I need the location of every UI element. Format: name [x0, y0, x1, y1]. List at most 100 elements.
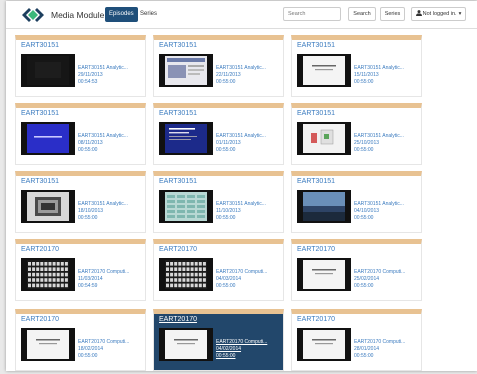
episode-thumbnail[interactable] [297, 54, 351, 87]
episode-card[interactable]: EART30151 EART30151 Analytic... 01/11/2013… [153, 103, 284, 165]
episode-duration: 00:55:00 [216, 79, 236, 85]
navbar: Media Module Episodes Series Search Seri… [6, 1, 477, 29]
episode-thumbnail[interactable] [21, 258, 75, 291]
episode-duration: 00:54:59 [78, 283, 98, 289]
episode-thumbnail[interactable] [21, 54, 75, 87]
episode-date: 01/11/2013 [216, 140, 241, 146]
episode-date: 15/11/2013 [354, 72, 379, 78]
episode-duration: 00:55:00 [354, 147, 374, 153]
episode-title-link[interactable]: EART30151 Analytic... [216, 201, 283, 208]
episode-thumbnail[interactable] [159, 258, 213, 291]
episode-title-link[interactable]: EART20170 Computi... [354, 339, 421, 346]
episode-meta: EART30151 Analytic... 18/10/2013 00:55:00 [78, 201, 145, 222]
series-button[interactable]: Series [380, 7, 405, 21]
series-link[interactable]: EART30151 [159, 42, 197, 49]
episode-duration: 00:55:00 [216, 353, 236, 359]
episode-duration: 00:55:00 [216, 215, 236, 221]
brand-title[interactable]: Media Module [51, 10, 104, 20]
episode-card[interactable]: EART20170 EART20170 Computi... 18/02/2014 0… [15, 309, 146, 371]
episode-thumbnail[interactable] [297, 122, 351, 155]
episode-card[interactable]: EART20170 EART20170 Computi... 04/03/2014 0… [153, 239, 284, 301]
episode-meta: EART30151 Analytic... 15/11/2013 00:55:00 [354, 65, 421, 86]
episode-duration: 00:55:00 [354, 283, 374, 289]
episode-title-link[interactable]: EART30151 Analytic... [354, 133, 421, 140]
thumbnail-image [303, 260, 345, 289]
episode-card[interactable]: EART30151 EART30151 Analytic... 15/11/2013… [291, 35, 422, 97]
episode-thumbnail[interactable] [159, 190, 213, 223]
series-link[interactable]: EART30151 [21, 178, 59, 185]
episode-card[interactable]: EART20170 EART20170 Computi... 25/02/2014 0… [291, 239, 422, 301]
episode-title-link[interactable]: EART20170 Computi... [216, 269, 283, 276]
tab-episodes[interactable]: Episodes [105, 7, 138, 22]
series-link[interactable]: EART30151 [21, 42, 59, 49]
episode-duration: 00:55:00 [78, 215, 98, 221]
episode-card[interactable]: EART30151 EART30151 Analytic... 29/11/2013… [15, 35, 146, 97]
episode-date: 22/11/2013 [216, 72, 241, 78]
logo-icon[interactable] [22, 8, 44, 22]
episode-meta: EART30151 Analytic... 11/10/2013 00:55:00 [216, 201, 283, 222]
episode-duration: 00:55:00 [354, 79, 374, 85]
series-link[interactable]: EART30151 [159, 178, 197, 185]
episode-card[interactable]: EART30151 EART30151 Analytic... 25/10/2013… [291, 103, 422, 165]
episode-thumbnail[interactable] [21, 190, 75, 223]
series-link[interactable]: EART20170 [21, 246, 59, 253]
series-link[interactable]: EART20170 [159, 316, 197, 323]
episode-thumbnail[interactable] [297, 328, 351, 361]
episode-thumbnail[interactable] [297, 258, 351, 291]
episode-card[interactable]: EART30151 EART30151 Analytic... 22/11/2013… [153, 35, 284, 97]
episode-thumbnail[interactable] [159, 328, 213, 361]
episode-title-link[interactable]: EART20170 Computi... [216, 339, 283, 346]
series-link[interactable]: EART30151 [297, 42, 335, 49]
login-label: Not logged in. [422, 11, 457, 17]
episode-title-link[interactable]: EART30151 Analytic... [78, 133, 145, 140]
episode-card[interactable]: EART20170 EART20170 Computi... 28/01/2014 0… [291, 309, 422, 371]
thumbnail-image [27, 192, 69, 221]
episode-title-link[interactable]: EART30151 Analytic... [78, 201, 145, 208]
episode-thumbnail[interactable] [159, 122, 213, 155]
search-button[interactable]: Search [348, 7, 376, 21]
series-link[interactable]: EART30151 [21, 110, 59, 117]
episode-meta: EART20170 Computi... 28/01/2014 00:55:00 [354, 339, 421, 360]
episode-meta: EART30151 Analytic... 08/11/2013 00:55:00 [78, 133, 145, 154]
thumbnail-image [303, 56, 345, 85]
episode-card[interactable]: EART20170 EART20170 Computi... 11/03/2014 0… [15, 239, 146, 301]
episode-title-link[interactable]: EART20170 Computi... [78, 339, 145, 346]
search-input[interactable] [283, 7, 341, 21]
episode-card[interactable]: EART20170 EART20170 Computi... 04/02/2014 0… [153, 309, 284, 371]
episode-thumbnail[interactable] [297, 190, 351, 223]
user-icon [415, 10, 422, 16]
episode-thumbnail[interactable] [21, 122, 75, 155]
app-window: Media Module Episodes Series Search Seri… [6, 1, 477, 371]
series-link[interactable]: EART20170 [159, 246, 197, 253]
episode-thumbnail[interactable] [159, 54, 213, 87]
series-link[interactable]: EART30151 [159, 110, 197, 117]
episode-title-link[interactable]: EART30151 Analytic... [216, 133, 283, 140]
episode-title-link[interactable]: EART20170 Computi... [78, 269, 145, 276]
episode-date: 08/11/2013 [78, 140, 103, 146]
series-link[interactable]: EART30151 [297, 178, 335, 185]
series-link[interactable]: EART30151 [297, 110, 335, 117]
series-link[interactable]: EART20170 [21, 316, 59, 323]
episode-meta: EART20170 Computi... 11/03/2014 00:54:59 [78, 269, 145, 290]
login-dropdown[interactable]: Not logged in. ▾ [411, 7, 466, 21]
thumbnail-image [303, 124, 345, 153]
tab-series[interactable]: Series [136, 7, 161, 22]
episode-title-link[interactable]: EART30151 Analytic... [354, 65, 421, 72]
episode-meta: EART30151 Analytic... 01/11/2013 00:55:00 [216, 133, 283, 154]
thumbnail-image [303, 330, 345, 359]
episode-title-link[interactable]: EART30151 Analytic... [354, 201, 421, 208]
episode-card[interactable]: EART30151 EART30151 Analytic... 08/11/2013… [15, 103, 146, 165]
episode-card[interactable]: EART30151 EART30151 Analytic... 04/10/2013… [291, 171, 422, 233]
episode-thumbnail[interactable] [21, 328, 75, 361]
episode-title-link[interactable]: EART30151 Analytic... [78, 65, 145, 72]
series-link[interactable]: EART20170 [297, 246, 335, 253]
thumbnail-image [27, 56, 69, 85]
episode-card[interactable]: EART30151 EART30151 Analytic... 11/10/2013… [153, 171, 284, 233]
episode-title-link[interactable]: EART20170 Computi... [354, 269, 421, 276]
series-link[interactable]: EART20170 [297, 316, 335, 323]
episode-card[interactable]: EART30151 EART30151 Analytic... 18/10/2013… [15, 171, 146, 233]
episode-duration: 00:55:00 [216, 283, 236, 289]
episode-title-link[interactable]: EART30151 Analytic... [216, 65, 283, 72]
episode-meta: EART30151 Analytic... 22/11/2013 00:55:00 [216, 65, 283, 86]
episode-meta: EART30151 Analytic... 04/10/2013 00:55:00 [354, 201, 421, 222]
